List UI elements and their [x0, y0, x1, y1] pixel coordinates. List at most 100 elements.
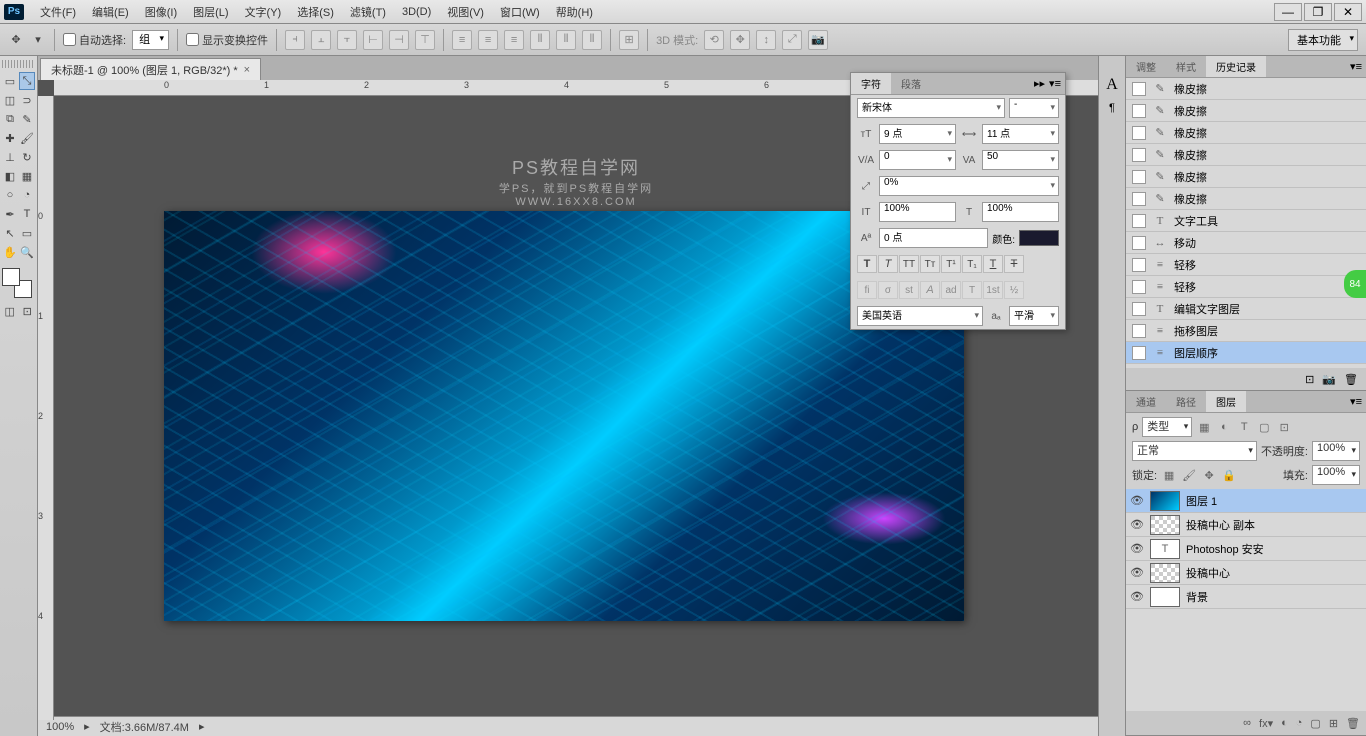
visibility-icon[interactable]: 👁: [1130, 494, 1144, 507]
fx-icon[interactable]: fx▾: [1259, 717, 1273, 730]
pen-tool[interactable]: ✒: [2, 205, 18, 223]
subscript-btn[interactable]: T₁: [962, 255, 982, 273]
history-item[interactable]: ✎橡皮擦: [1126, 188, 1366, 210]
fill-input[interactable]: 100%: [1312, 465, 1360, 485]
lock-pixels-icon[interactable]: 🖌: [1181, 467, 1197, 483]
kerning[interactable]: 0: [879, 150, 956, 170]
leading[interactable]: 11 点: [982, 124, 1059, 144]
visibility-icon[interactable]: 👁: [1130, 518, 1144, 531]
distribute-btn[interactable]: ⦀: [530, 30, 550, 50]
move-tool[interactable]: ⤡: [19, 72, 35, 90]
brush-tool[interactable]: 🖌: [19, 129, 35, 147]
history-item[interactable]: T文字工具: [1126, 210, 1366, 232]
workspace-preset[interactable]: 基本功能: [1288, 29, 1358, 51]
menu-view[interactable]: 视图(V): [439, 2, 492, 22]
history-tab[interactable]: 历史记录: [1206, 56, 1266, 77]
3d-btn[interactable]: ⤢: [782, 30, 802, 50]
align-btn[interactable]: ⊤: [415, 30, 435, 50]
tracking[interactable]: 50: [982, 150, 1059, 170]
close-icon[interactable]: ×: [244, 64, 250, 76]
history-item[interactable]: ≡轻移: [1126, 254, 1366, 276]
menu-window[interactable]: 窗口(W): [492, 2, 548, 22]
panel-menu-icon[interactable]: ▾≡: [1350, 60, 1362, 73]
ot-btn[interactable]: ad: [941, 281, 961, 299]
align-btn[interactable]: ⊢: [363, 30, 383, 50]
3d-btn[interactable]: ✥: [730, 30, 750, 50]
smallcaps-btn[interactable]: Tт: [920, 255, 940, 273]
character-tab[interactable]: 字符: [851, 73, 891, 94]
layer-item[interactable]: 👁TPhotoshop 安安: [1126, 537, 1366, 561]
panel-menu-icon[interactable]: ▾≡: [1049, 77, 1061, 90]
align-btn[interactable]: ⫞: [285, 30, 305, 50]
canvas[interactable]: [164, 211, 964, 621]
character-panel[interactable]: 字符 段落 ▸▸▾≡ 新宋体- тT9 点⟷11 点 V/A0VA50 ⤢0% …: [850, 72, 1066, 330]
eraser-tool[interactable]: ◧: [2, 167, 18, 185]
stamp-tool[interactable]: ⊥: [2, 148, 18, 166]
align-btn[interactable]: ⊣: [389, 30, 409, 50]
history-item[interactable]: ↔移动: [1126, 232, 1366, 254]
menu-edit[interactable]: 编辑(E): [84, 2, 137, 22]
lock-all-icon[interactable]: 🔒: [1221, 467, 1237, 483]
menu-help[interactable]: 帮助(H): [548, 2, 601, 22]
history-item[interactable]: ✎橡皮擦: [1126, 166, 1366, 188]
lasso-tool[interactable]: ⊃: [19, 91, 35, 109]
ot-btn[interactable]: st: [899, 281, 919, 299]
link-icon[interactable]: ∞: [1243, 717, 1251, 729]
new-layer-icon[interactable]: ⊞: [1329, 717, 1338, 730]
type-color[interactable]: [1019, 230, 1059, 246]
distribute-btn[interactable]: ≡: [452, 30, 472, 50]
ot-btn[interactable]: A: [920, 281, 940, 299]
history-brush-tool[interactable]: ↻: [19, 148, 35, 166]
quick-mask[interactable]: ◫: [2, 302, 18, 320]
layer-item[interactable]: 👁背景: [1126, 585, 1366, 609]
healing-tool[interactable]: ✚: [2, 129, 18, 147]
opacity-input[interactable]: 100%: [1312, 441, 1360, 461]
color-swatches[interactable]: [2, 268, 32, 298]
maximize-button[interactable]: ❐: [1304, 3, 1332, 21]
bold-btn[interactable]: T: [857, 255, 877, 273]
pixel-filter-icon[interactable]: ▦: [1196, 419, 1212, 435]
menu-type[interactable]: 文字(Y): [237, 2, 290, 22]
layer-item[interactable]: 👁投稿中心: [1126, 561, 1366, 585]
group-select[interactable]: 组: [132, 30, 169, 50]
group-icon[interactable]: ▢: [1310, 717, 1320, 730]
move-tool[interactable]: ▭: [2, 72, 18, 90]
language[interactable]: 美国英语: [857, 306, 983, 326]
shape-tool[interactable]: ▭: [19, 224, 35, 242]
history-item[interactable]: ✎橡皮擦: [1126, 122, 1366, 144]
shape-filter-icon[interactable]: ▢: [1256, 419, 1272, 435]
scale[interactable]: 0%: [879, 176, 1059, 196]
menu-image[interactable]: 图像(I): [137, 2, 185, 22]
distribute-btn[interactable]: ≡: [478, 30, 498, 50]
superscript-btn[interactable]: T¹: [941, 255, 961, 273]
document-tab[interactable]: 未标题-1 @ 100% (图层 1, RGB/32*) *×: [40, 58, 261, 80]
smart-filter-icon[interactable]: ⊡: [1276, 419, 1292, 435]
layer-item[interactable]: 👁图层 1: [1126, 489, 1366, 513]
menu-layer[interactable]: 图层(L): [185, 2, 236, 22]
paths-tab[interactable]: 路径: [1166, 391, 1206, 412]
font-size[interactable]: 9 点: [879, 124, 956, 144]
hand-tool[interactable]: ✋: [2, 243, 18, 261]
adjustments-tab[interactable]: 调整: [1126, 56, 1166, 77]
kind-filter[interactable]: 类型: [1142, 417, 1192, 437]
marquee-tool[interactable]: ◫: [2, 91, 18, 109]
paragraph-panel-icon[interactable]: ¶: [1109, 102, 1115, 114]
mask-icon[interactable]: ◐: [1281, 717, 1288, 729]
history-item[interactable]: ✎橡皮擦: [1126, 78, 1366, 100]
3d-btn[interactable]: 📷: [808, 30, 828, 50]
ot-btn[interactable]: σ: [878, 281, 898, 299]
history-item[interactable]: ✎橡皮擦: [1126, 144, 1366, 166]
lock-transparency-icon[interactable]: ▦: [1161, 467, 1177, 483]
dodge-tool[interactable]: ◔: [19, 186, 35, 204]
distribute-btn[interactable]: ≡: [504, 30, 524, 50]
ot-btn[interactable]: ½: [1004, 281, 1024, 299]
align-btn[interactable]: ⫟: [337, 30, 357, 50]
channels-tab[interactable]: 通道: [1126, 391, 1166, 412]
distribute-btn[interactable]: ⦀: [556, 30, 576, 50]
3d-btn[interactable]: ⟲: [704, 30, 724, 50]
font-family[interactable]: 新宋体: [857, 98, 1005, 118]
styles-tab[interactable]: 样式: [1166, 56, 1206, 77]
align-btn[interactable]: ⫠: [311, 30, 331, 50]
ot-btn[interactable]: fi: [857, 281, 877, 299]
baseline[interactable]: 0 点: [879, 228, 988, 248]
